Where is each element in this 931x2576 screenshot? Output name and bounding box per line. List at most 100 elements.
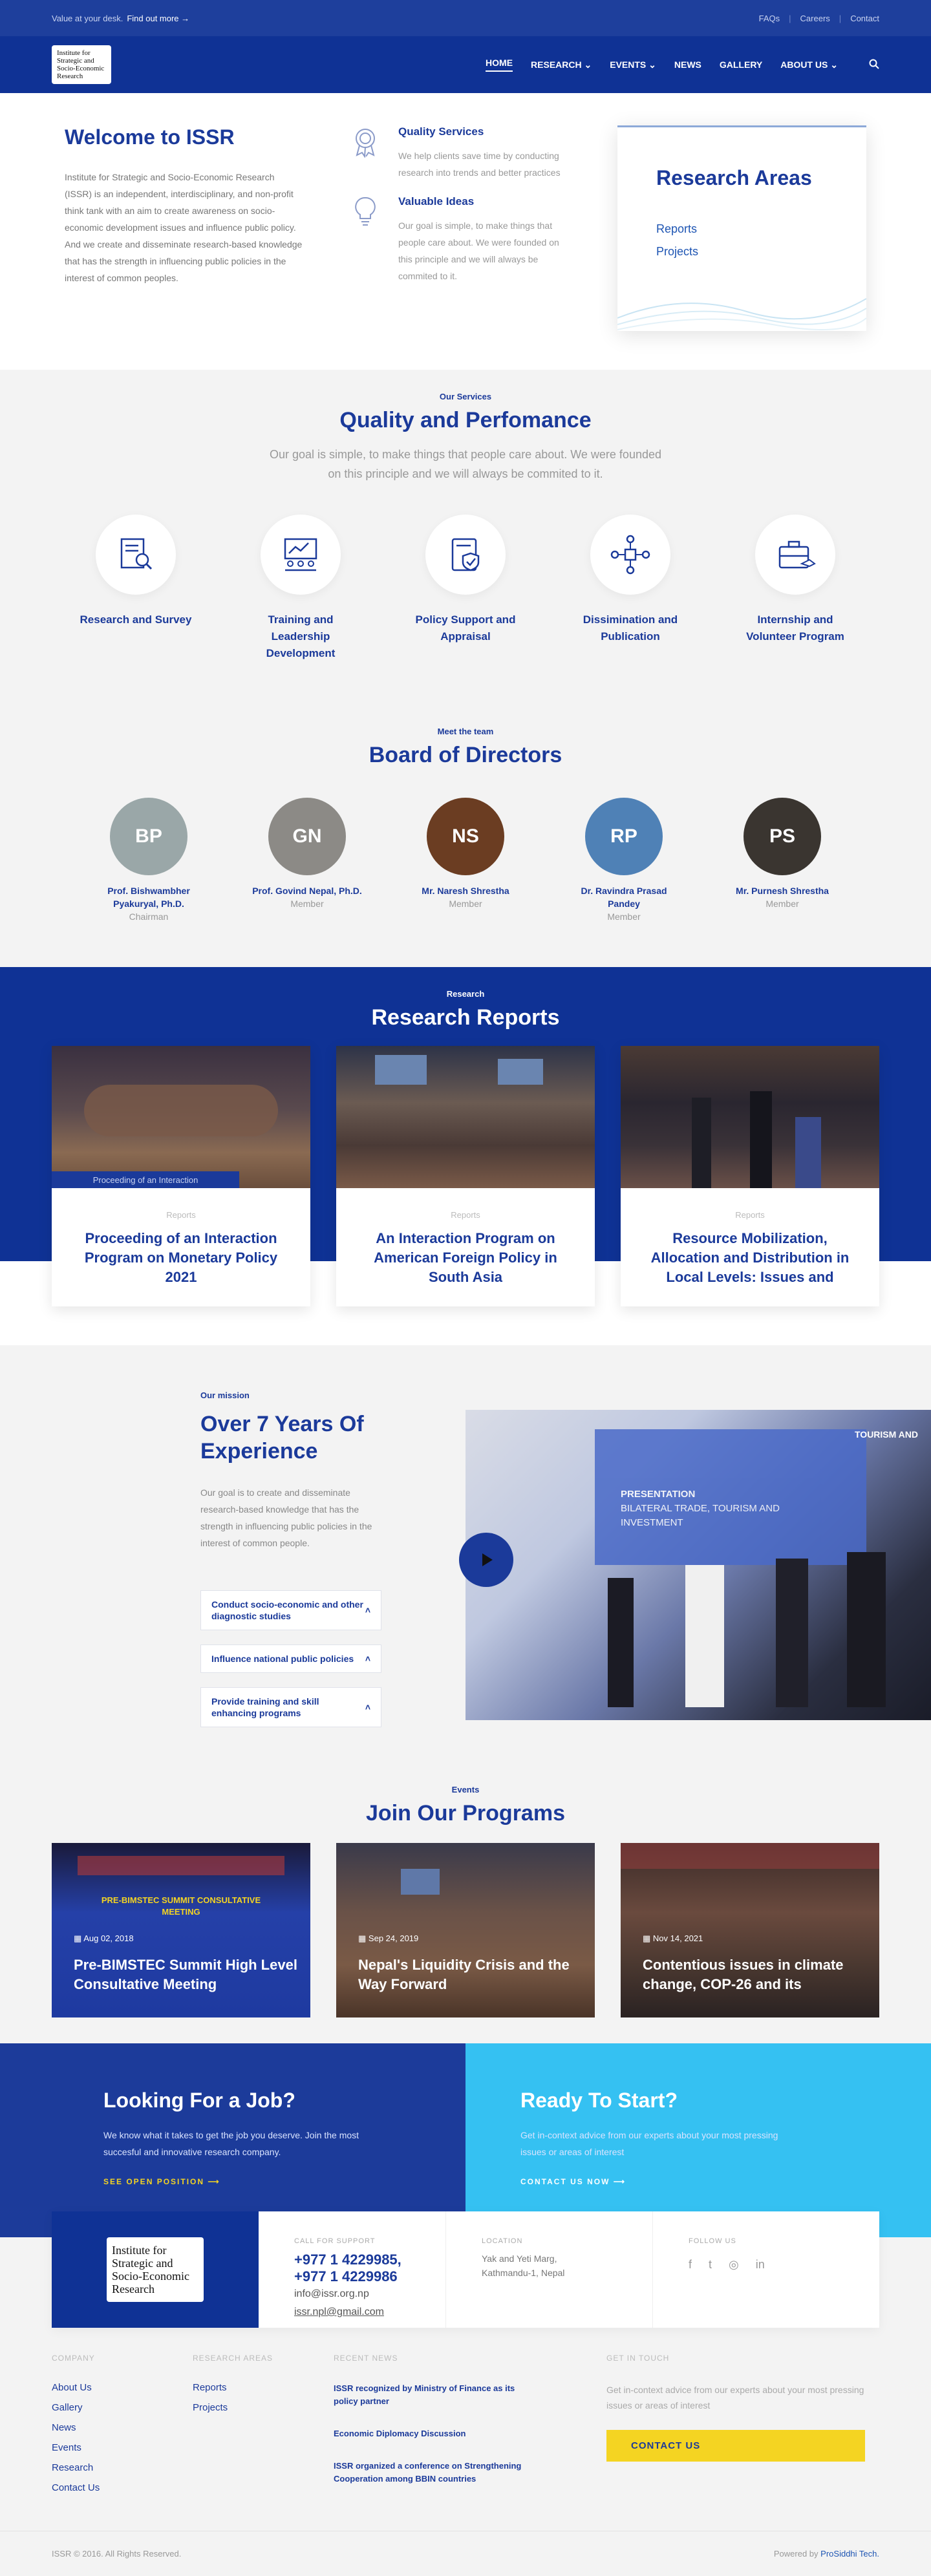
- programs-section: Events Join Our Programs PRE-BIMSTEC SUM…: [0, 1765, 931, 2043]
- mission-accordion: Conduct socio-economic and other diagnos…: [200, 1590, 381, 1727]
- top-bar: Value at your desk. Find out more → FAQs |…: [0, 0, 931, 36]
- job-cta-title: Looking For a Job?: [103, 2089, 295, 2112]
- search-icon[interactable]: [869, 59, 879, 71]
- phone-1[interactable]: +977 1 4229985,: [294, 2251, 410, 2268]
- nav-about[interactable]: ABOUT US ⌄: [780, 59, 838, 70]
- team-member[interactable]: NS Mr. Naresh Shrestha Member: [407, 798, 524, 922]
- nav-news[interactable]: NEWS: [674, 59, 701, 70]
- reports-list: Proceeding of an Interaction Reports Proc…: [52, 1046, 879, 1306]
- email-2[interactable]: issr.npl@gmail.com: [294, 2303, 410, 2321]
- news-link[interactable]: Economic Diplomacy Discussion: [334, 2427, 534, 2440]
- contact-bar-wrap: Institute for Strategic and Socio-Econom…: [0, 2211, 931, 2328]
- footer-logo-area: Institute for Strategic and Socio-Econom…: [52, 2211, 259, 2328]
- research-icon: [96, 515, 176, 595]
- footer-link[interactable]: Reports: [193, 2382, 334, 2393]
- report-image: [336, 1046, 595, 1188]
- footer-link[interactable]: News: [52, 2422, 193, 2433]
- service-item[interactable]: Internship and Volunteer Program: [737, 515, 853, 662]
- contact-link[interactable]: Contact: [850, 14, 879, 23]
- start-cta-title: Ready To Start?: [520, 2089, 678, 2112]
- mission-section: Our mission Over 7 Years Of Experience O…: [0, 1345, 931, 1765]
- accordion-item[interactable]: Conduct socio-economic and other diagnos…: [200, 1590, 381, 1630]
- program-card[interactable]: ▦ Nov 14, 2021 Contentious issues in cli…: [621, 1843, 879, 2017]
- top-bar-tagline: Value at your desk. Find out more →: [52, 13, 190, 23]
- report-card[interactable]: Reports Resource Mobilization, Allocation…: [621, 1046, 879, 1306]
- powered-by: Powered by ProSiddhi Tech.: [773, 2549, 879, 2559]
- linkedin-icon[interactable]: in: [756, 2258, 765, 2272]
- news-link[interactable]: ISSR recognized by Ministry of Finance a…: [334, 2382, 534, 2408]
- instagram-icon[interactable]: ◎: [729, 2258, 739, 2272]
- footer-link[interactable]: Events: [52, 2442, 193, 2453]
- program-title: Pre-BIMSTEC Summit High Level Consultati…: [74, 1957, 297, 1992]
- report-title: Resource Mobilization, Allocation and Di…: [650, 1230, 850, 1285]
- feature-ideas: Valuable Ideas Our goal is simple, to mak…: [349, 195, 575, 284]
- programs-title: Join Our Programs: [366, 1801, 565, 1826]
- careers-link[interactable]: Careers: [800, 14, 830, 23]
- site-logo[interactable]: Institute for Strategic and Socio-Econom…: [52, 45, 111, 84]
- play-video-button[interactable]: [459, 1533, 513, 1587]
- research-area-reports-link[interactable]: Reports: [656, 222, 828, 236]
- avatar: BP: [110, 798, 187, 875]
- nav-home[interactable]: HOME: [486, 58, 513, 72]
- programs-list: PRE-BIMSTEC SUMMIT CONSULTATIVE MEETING …: [52, 1843, 879, 2017]
- welcome-title: Welcome to ISSR: [65, 125, 235, 149]
- email-1[interactable]: info@issr.org.np: [294, 2285, 410, 2303]
- contact-us-now-link[interactable]: CONTACT US NOW ⟶: [520, 2177, 931, 2186]
- report-title: An Interaction Program on American Forei…: [374, 1230, 557, 1285]
- service-item[interactable]: Training and Leadership Development: [242, 515, 359, 662]
- welcome-text: Institute for Strategic and Socio-Econom…: [65, 172, 303, 283]
- welcome-intro: Welcome to ISSR Institute for Strategic …: [65, 125, 304, 331]
- social-links: f t ◎ in: [689, 2258, 765, 2272]
- avatar: RP: [585, 798, 663, 875]
- find-out-more-link[interactable]: Find out more →: [127, 14, 189, 23]
- report-image: [621, 1046, 879, 1188]
- powered-by-link[interactable]: ProSiddhi Tech.: [820, 2549, 879, 2559]
- facebook-icon[interactable]: f: [689, 2258, 692, 2272]
- service-item[interactable]: Dissimination and Publication: [572, 515, 689, 662]
- services-subtitle: Our goal is simple, to make things that …: [269, 448, 661, 480]
- report-card[interactable]: Proceeding of an Interaction Reports Proc…: [52, 1046, 310, 1306]
- footer-link[interactable]: Contact Us: [52, 2482, 193, 2493]
- program-card[interactable]: ▦ Sep 24, 2019 Nepal's Liquidity Crisis …: [336, 1843, 595, 2017]
- reports-section: Research Research Reports Proceeding of …: [0, 967, 931, 1326]
- see-open-position-link[interactable]: SEE OPEN POSITION ⟶: [103, 2177, 466, 2186]
- footer-link[interactable]: Projects: [193, 2402, 334, 2413]
- footer-company: COMPANY About Us Gallery News Events Res…: [52, 2354, 193, 2505]
- contact-us-button[interactable]: CONTACT US: [606, 2430, 865, 2462]
- nav-research[interactable]: RESEARCH ⌄: [531, 59, 592, 70]
- footer-link[interactable]: Research: [52, 2462, 193, 2473]
- accordion-item[interactable]: Influence national public policies ˄: [200, 1645, 381, 1673]
- training-icon: [261, 515, 341, 595]
- team-member[interactable]: RP Dr. Ravindra Prasad Pandey Member: [566, 798, 682, 922]
- service-item[interactable]: Policy Support and Appraisal: [407, 515, 524, 662]
- start-cta: Ready To Start? Get in-context advice fr…: [466, 2043, 931, 2237]
- follow-info: FOLLOW US f t ◎ in: [689, 2237, 765, 2272]
- team-member[interactable]: PS Mr. Purnesh Shrestha Member: [724, 798, 840, 922]
- twitter-icon[interactable]: t: [709, 2258, 712, 2272]
- service-item[interactable]: Research and Survey: [78, 515, 194, 662]
- research-areas-title: Research Areas: [656, 166, 812, 189]
- copyright: ISSR © 2016. All Rights Reserved.: [52, 2549, 182, 2559]
- welcome-features: Quality Services We help clients save tim…: [330, 125, 575, 331]
- wave-decoration: [617, 298, 866, 330]
- team-section: Meet the team Board of Directors BP Prof.…: [0, 714, 931, 967]
- accordion-item[interactable]: Provide training and skill enhancing pro…: [200, 1687, 381, 1727]
- nav-gallery[interactable]: GALLERY: [720, 59, 762, 70]
- research-area-projects-link[interactable]: Projects: [656, 245, 828, 259]
- team-list: BP Prof. Bishwambher Pyakuryal, Ph.D. Chai…: [52, 780, 879, 922]
- report-card[interactable]: Reports An Interaction Program on America…: [336, 1046, 595, 1306]
- footer-link[interactable]: Gallery: [52, 2402, 193, 2413]
- footer-logo[interactable]: Institute for Strategic and Socio-Econom…: [107, 2237, 204, 2302]
- news-link[interactable]: ISSR organized a conference on Strengthe…: [334, 2460, 534, 2486]
- program-card[interactable]: PRE-BIMSTEC SUMMIT CONSULTATIVE MEETING …: [52, 1843, 310, 2017]
- team-member[interactable]: BP Prof. Bishwambher Pyakuryal, Ph.D. Chai…: [91, 798, 207, 922]
- cta-section: Looking For a Job? We know what it takes…: [0, 2043, 931, 2237]
- footer-news: RECENT NEWS ISSR recognized by Ministry …: [334, 2354, 534, 2505]
- footer-link[interactable]: About Us: [52, 2382, 193, 2393]
- calendar-icon: ▦: [358, 1933, 367, 1943]
- nav-events[interactable]: EVENTS ⌄: [610, 59, 656, 70]
- team-member[interactable]: GN Prof. Govind Nepal, Ph.D. Member: [249, 798, 365, 922]
- team-eyebrow: Meet the team: [437, 727, 494, 736]
- faqs-link[interactable]: FAQs: [759, 14, 780, 23]
- phone-2[interactable]: +977 1 4229986: [294, 2268, 410, 2285]
